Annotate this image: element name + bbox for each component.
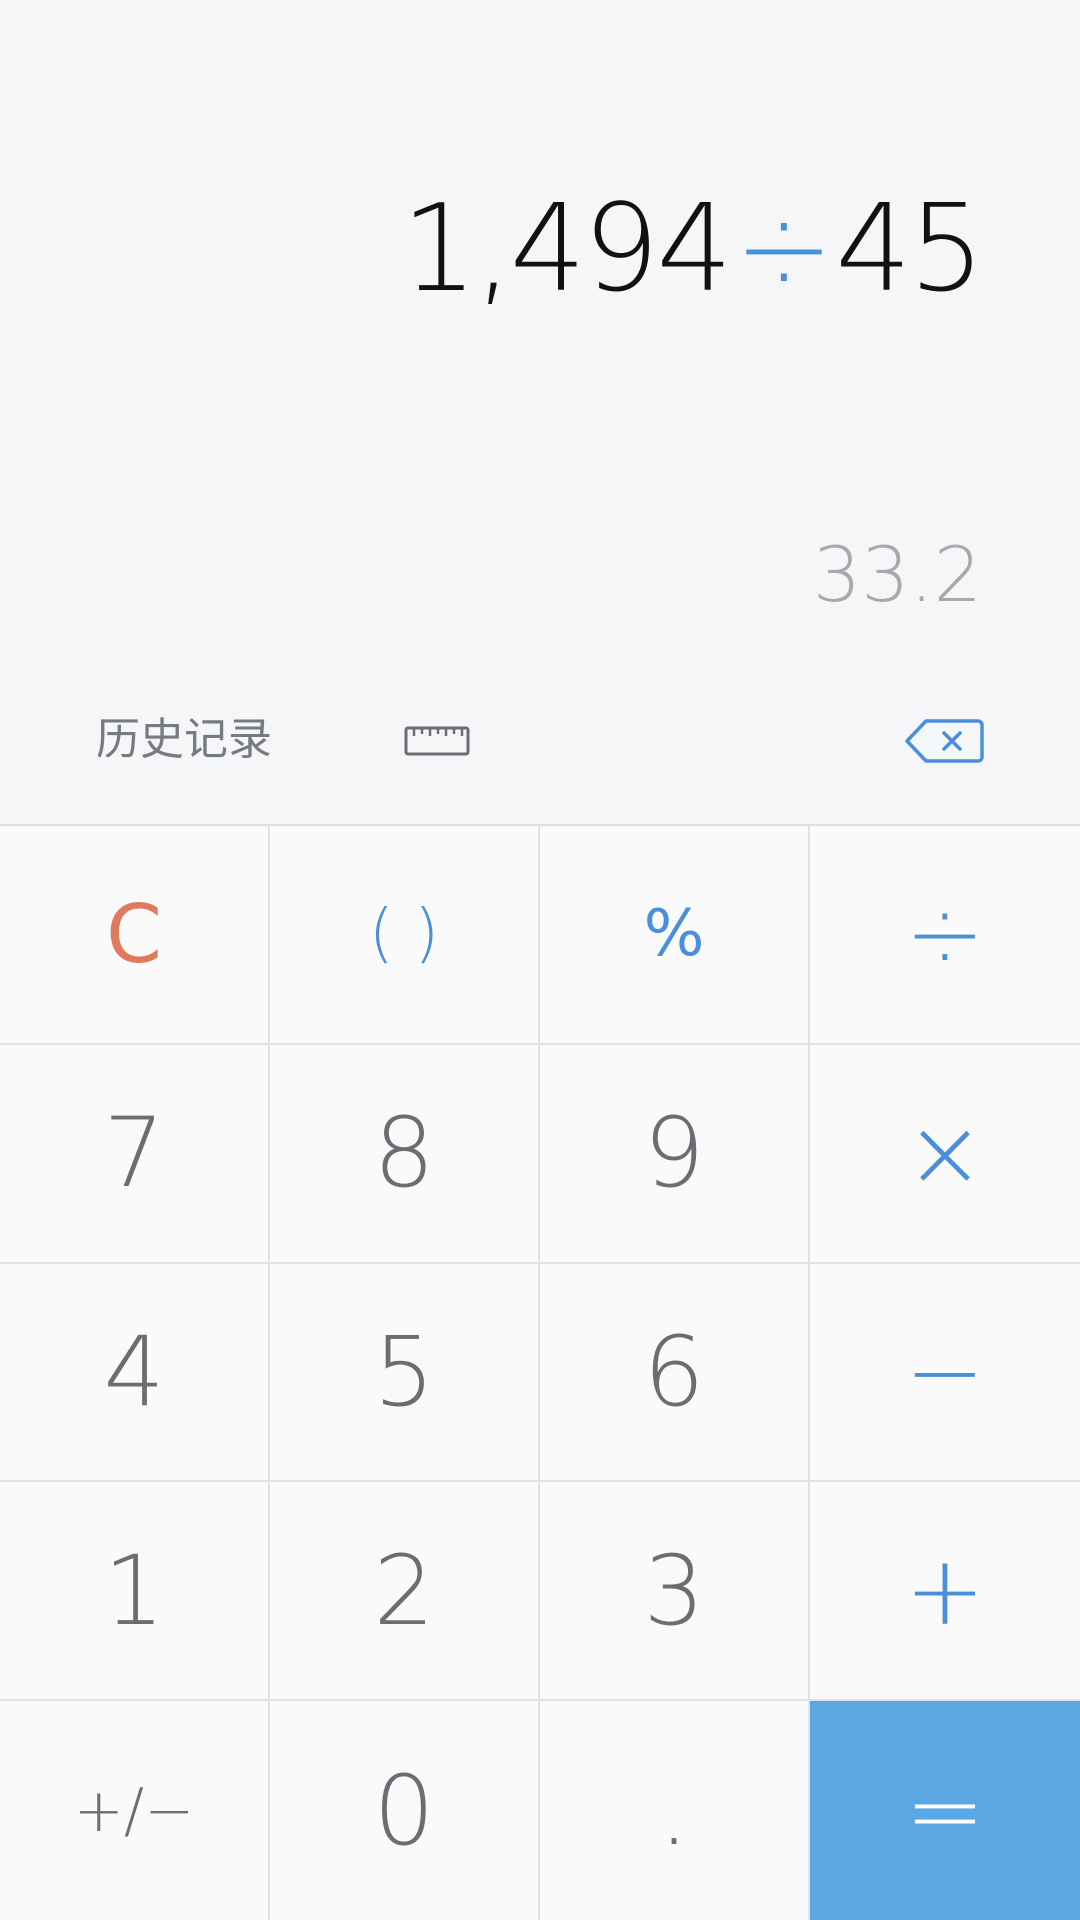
equals-button[interactable]: =: [810, 1701, 1080, 1920]
digit-6-button[interactable]: 6: [540, 1263, 810, 1483]
calculator-display: 1,494÷45 33.2 历史记录: [0, 0, 1080, 824]
expression-operator: ÷: [733, 180, 835, 319]
percent-button[interactable]: %: [540, 826, 810, 1045]
add-button[interactable]: +: [810, 1482, 1080, 1702]
subtract-button[interactable]: −: [810, 1263, 1080, 1483]
digit-2-button[interactable]: 2: [270, 1482, 540, 1702]
clear-button[interactable]: C: [0, 826, 270, 1045]
result-preview: 33.2: [812, 530, 982, 619]
digit-1-button[interactable]: 1: [0, 1482, 270, 1702]
digit-0-button[interactable]: 0: [270, 1701, 540, 1920]
expression-text: 1,494÷45: [401, 180, 985, 320]
backspace-icon[interactable]: [904, 718, 984, 764]
digit-7-button[interactable]: 7: [0, 1044, 270, 1264]
digit-3-button[interactable]: 3: [540, 1482, 810, 1702]
keypad: C ( ) % ÷ 7 8 9 × 4 5 6 − 1 2 3 + +/− 0 …: [0, 824, 1080, 1920]
digit-5-button[interactable]: 5: [270, 1263, 540, 1483]
digit-8-button[interactable]: 8: [270, 1044, 540, 1264]
digit-4-button[interactable]: 4: [0, 1263, 270, 1483]
expression-right-operand: 45: [835, 180, 985, 319]
digit-9-button[interactable]: 9: [540, 1044, 810, 1264]
negate-button[interactable]: +/−: [0, 1701, 270, 1920]
divide-button[interactable]: ÷: [810, 826, 1080, 1045]
expression-left-operand: 1,494: [401, 180, 733, 319]
history-button[interactable]: 历史记录: [96, 714, 272, 766]
decimal-button[interactable]: .: [540, 1701, 810, 1920]
parentheses-button[interactable]: ( ): [270, 826, 540, 1045]
multiply-button[interactable]: ×: [810, 1044, 1080, 1264]
ruler-icon[interactable]: [404, 724, 470, 758]
